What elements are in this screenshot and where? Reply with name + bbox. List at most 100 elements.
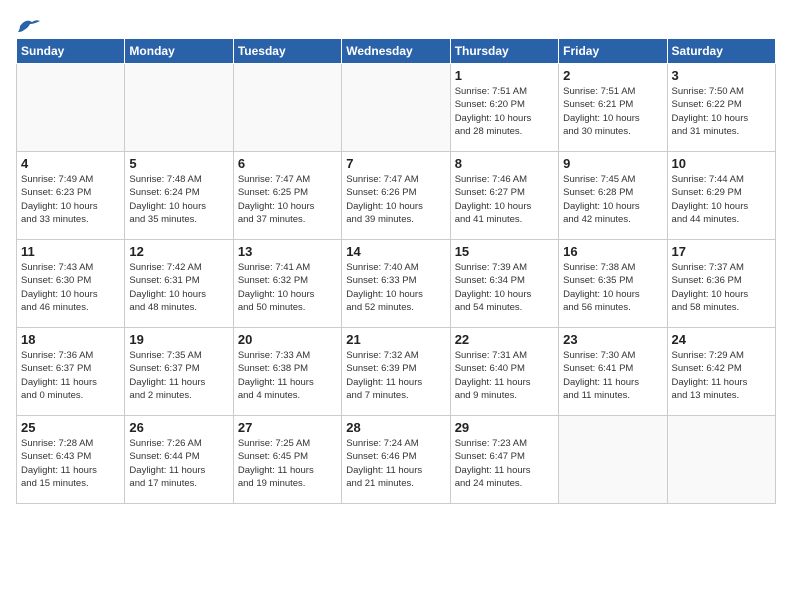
calendar-cell: 21 Sunrise: 7:32 AM Sunset: 6:39 PM Dayli…	[342, 328, 450, 416]
day-info: Sunrise: 7:38 AM Sunset: 6:35 PM Dayligh…	[563, 261, 662, 314]
day-number: 15	[455, 244, 554, 259]
day-info: Sunrise: 7:51 AM Sunset: 6:20 PM Dayligh…	[455, 85, 554, 138]
day-info: Sunrise: 7:48 AM Sunset: 6:24 PM Dayligh…	[129, 173, 228, 226]
day-info: Sunrise: 7:43 AM Sunset: 6:30 PM Dayligh…	[21, 261, 120, 314]
day-number: 21	[346, 332, 445, 347]
calendar-cell: 8 Sunrise: 7:46 AM Sunset: 6:27 PM Daylig…	[450, 152, 558, 240]
day-info: Sunrise: 7:46 AM Sunset: 6:27 PM Dayligh…	[455, 173, 554, 226]
day-info: Sunrise: 7:28 AM Sunset: 6:43 PM Dayligh…	[21, 437, 120, 490]
day-info: Sunrise: 7:42 AM Sunset: 6:31 PM Dayligh…	[129, 261, 228, 314]
calendar-cell: 9 Sunrise: 7:45 AM Sunset: 6:28 PM Daylig…	[559, 152, 667, 240]
day-number: 6	[238, 156, 337, 171]
calendar-cell: 2Sunrise: 7:51 AM Sunset: 6:21 PM Daylig…	[559, 64, 667, 152]
calendar-cell: 15 Sunrise: 7:39 AM Sunset: 6:34 PM Dayli…	[450, 240, 558, 328]
day-number: 10	[672, 156, 771, 171]
day-number: 13	[238, 244, 337, 259]
calendar-week-5: 25 Sunrise: 7:28 AM Sunset: 6:43 PM Dayli…	[17, 416, 776, 504]
calendar-header-wednesday: Wednesday	[342, 39, 450, 64]
calendar-cell: 6 Sunrise: 7:47 AM Sunset: 6:25 PM Daylig…	[233, 152, 341, 240]
calendar-cell	[559, 416, 667, 504]
calendar-cell	[342, 64, 450, 152]
calendar-header-sunday: Sunday	[17, 39, 125, 64]
day-info: Sunrise: 7:49 AM Sunset: 6:23 PM Dayligh…	[21, 173, 120, 226]
calendar-cell: 16Sunrise: 7:38 AM Sunset: 6:35 PM Dayli…	[559, 240, 667, 328]
calendar-cell: 25 Sunrise: 7:28 AM Sunset: 6:43 PM Dayli…	[17, 416, 125, 504]
day-number: 28	[346, 420, 445, 435]
day-info: Sunrise: 7:50 AM Sunset: 6:22 PM Dayligh…	[672, 85, 771, 138]
calendar-header-monday: Monday	[125, 39, 233, 64]
calendar-cell: 27Sunrise: 7:25 AM Sunset: 6:45 PM Dayli…	[233, 416, 341, 504]
calendar-cell	[17, 64, 125, 152]
calendar-cell: 3 Sunrise: 7:50 AM Sunset: 6:22 PM Daylig…	[667, 64, 775, 152]
calendar-header-saturday: Saturday	[667, 39, 775, 64]
day-number: 25	[21, 420, 120, 435]
calendar-header-tuesday: Tuesday	[233, 39, 341, 64]
calendar-cell: 28Sunrise: 7:24 AM Sunset: 6:46 PM Dayli…	[342, 416, 450, 504]
calendar-week-2: 4 Sunrise: 7:49 AM Sunset: 6:23 PM Daylig…	[17, 152, 776, 240]
calendar-cell: 5 Sunrise: 7:48 AM Sunset: 6:24 PM Daylig…	[125, 152, 233, 240]
day-number: 19	[129, 332, 228, 347]
calendar-cell	[125, 64, 233, 152]
day-info: Sunrise: 7:33 AM Sunset: 6:38 PM Dayligh…	[238, 349, 337, 402]
day-info: Sunrise: 7:26 AM Sunset: 6:44 PM Dayligh…	[129, 437, 228, 490]
calendar-week-3: 11 Sunrise: 7:43 AM Sunset: 6:30 PM Dayli…	[17, 240, 776, 328]
day-number: 9	[563, 156, 662, 171]
day-info: Sunrise: 7:37 AM Sunset: 6:36 PM Dayligh…	[672, 261, 771, 314]
day-info: Sunrise: 7:23 AM Sunset: 6:47 PM Dayligh…	[455, 437, 554, 490]
day-number: 17	[672, 244, 771, 259]
day-info: Sunrise: 7:47 AM Sunset: 6:26 PM Dayligh…	[346, 173, 445, 226]
calendar-cell: 20 Sunrise: 7:33 AM Sunset: 6:38 PM Dayli…	[233, 328, 341, 416]
calendar-cell: 13 Sunrise: 7:41 AM Sunset: 6:32 PM Dayli…	[233, 240, 341, 328]
day-info: Sunrise: 7:25 AM Sunset: 6:45 PM Dayligh…	[238, 437, 337, 490]
calendar-cell: 12Sunrise: 7:42 AM Sunset: 6:31 PM Dayli…	[125, 240, 233, 328]
logo-bird-icon	[18, 18, 40, 34]
day-number: 26	[129, 420, 228, 435]
day-number: 7	[346, 156, 445, 171]
calendar-header-row: SundayMondayTuesdayWednesdayThursdayFrid…	[17, 39, 776, 64]
day-info: Sunrise: 7:36 AM Sunset: 6:37 PM Dayligh…	[21, 349, 120, 402]
calendar-cell: 1 Sunrise: 7:51 AM Sunset: 6:20 PM Daylig…	[450, 64, 558, 152]
day-number: 1	[455, 68, 554, 83]
calendar-cell	[233, 64, 341, 152]
day-info: Sunrise: 7:31 AM Sunset: 6:40 PM Dayligh…	[455, 349, 554, 402]
calendar-table: SundayMondayTuesdayWednesdayThursdayFrid…	[16, 38, 776, 504]
logo	[16, 16, 40, 30]
calendar-cell: 10Sunrise: 7:44 AM Sunset: 6:29 PM Dayli…	[667, 152, 775, 240]
day-number: 29	[455, 420, 554, 435]
calendar-cell: 23Sunrise: 7:30 AM Sunset: 6:41 PM Dayli…	[559, 328, 667, 416]
calendar-cell: 14 Sunrise: 7:40 AM Sunset: 6:33 PM Dayli…	[342, 240, 450, 328]
day-number: 11	[21, 244, 120, 259]
page-header	[16, 16, 776, 30]
day-info: Sunrise: 7:29 AM Sunset: 6:42 PM Dayligh…	[672, 349, 771, 402]
calendar-cell	[667, 416, 775, 504]
calendar-cell: 29 Sunrise: 7:23 AM Sunset: 6:47 PM Dayli…	[450, 416, 558, 504]
calendar-cell: 18 Sunrise: 7:36 AM Sunset: 6:37 PM Dayli…	[17, 328, 125, 416]
day-info: Sunrise: 7:35 AM Sunset: 6:37 PM Dayligh…	[129, 349, 228, 402]
day-number: 14	[346, 244, 445, 259]
day-info: Sunrise: 7:41 AM Sunset: 6:32 PM Dayligh…	[238, 261, 337, 314]
day-number: 23	[563, 332, 662, 347]
calendar-cell: 24 Sunrise: 7:29 AM Sunset: 6:42 PM Dayli…	[667, 328, 775, 416]
calendar-cell: 22 Sunrise: 7:31 AM Sunset: 6:40 PM Dayli…	[450, 328, 558, 416]
day-info: Sunrise: 7:45 AM Sunset: 6:28 PM Dayligh…	[563, 173, 662, 226]
day-number: 4	[21, 156, 120, 171]
calendar-week-1: 1 Sunrise: 7:51 AM Sunset: 6:20 PM Daylig…	[17, 64, 776, 152]
day-info: Sunrise: 7:47 AM Sunset: 6:25 PM Dayligh…	[238, 173, 337, 226]
day-number: 20	[238, 332, 337, 347]
day-number: 5	[129, 156, 228, 171]
day-number: 2	[563, 68, 662, 83]
day-info: Sunrise: 7:39 AM Sunset: 6:34 PM Dayligh…	[455, 261, 554, 314]
day-number: 18	[21, 332, 120, 347]
calendar-cell: 4 Sunrise: 7:49 AM Sunset: 6:23 PM Daylig…	[17, 152, 125, 240]
calendar-cell: 26 Sunrise: 7:26 AM Sunset: 6:44 PM Dayli…	[125, 416, 233, 504]
day-number: 8	[455, 156, 554, 171]
day-number: 24	[672, 332, 771, 347]
calendar-cell: 17 Sunrise: 7:37 AM Sunset: 6:36 PM Dayli…	[667, 240, 775, 328]
day-info: Sunrise: 7:40 AM Sunset: 6:33 PM Dayligh…	[346, 261, 445, 314]
day-number: 3	[672, 68, 771, 83]
calendar-cell: 11 Sunrise: 7:43 AM Sunset: 6:30 PM Dayli…	[17, 240, 125, 328]
calendar-cell: 19 Sunrise: 7:35 AM Sunset: 6:37 PM Dayli…	[125, 328, 233, 416]
day-number: 22	[455, 332, 554, 347]
calendar-header-friday: Friday	[559, 39, 667, 64]
day-info: Sunrise: 7:32 AM Sunset: 6:39 PM Dayligh…	[346, 349, 445, 402]
